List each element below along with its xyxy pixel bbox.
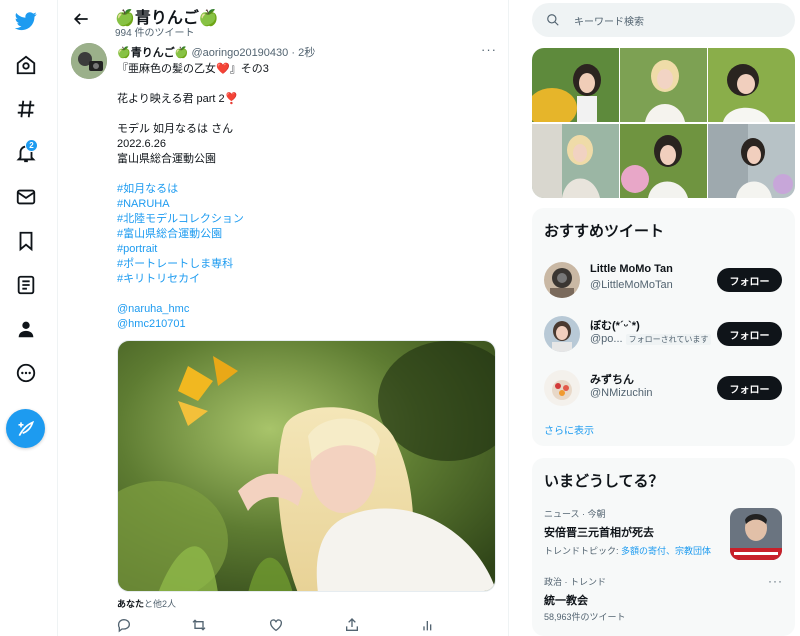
user-avatar[interactable] (544, 370, 580, 406)
tweet-author-name[interactable]: 🍏青りんご🍏 (117, 47, 188, 59)
like-heart-icon[interactable] (268, 617, 284, 633)
search-icon (547, 14, 559, 26)
tweet-line: モデル 如月なるは さん (117, 123, 234, 135)
compose-tweet-button[interactable] (6, 409, 45, 448)
tweet-link[interactable]: @hmc210701 (117, 317, 497, 332)
tweet-line: 花より映える君 part 2❣️ (117, 93, 239, 105)
follow-button[interactable]: フォロー (717, 268, 782, 292)
follows-you-badge: フォローされています (625, 334, 712, 345)
liked-by-rest: と他2人 (144, 599, 177, 609)
tweet-line: 2022.6.26 (117, 138, 166, 150)
trend-news-thumbnail[interactable] (730, 508, 782, 560)
lists-icon[interactable] (9, 268, 43, 302)
tweet-more-icon[interactable]: ··· (481, 42, 497, 57)
profile-icon[interactable] (9, 312, 43, 346)
home-icon[interactable] (9, 48, 43, 82)
bookmarks-icon[interactable] (9, 224, 43, 258)
trend-more-icon[interactable]: ··· (768, 574, 783, 588)
recommended-user[interactable]: ぼむ(*´ᵕ`*) @po... フォローされています フォロー (544, 312, 794, 356)
trend-count: 58,963件のツイート (544, 612, 626, 622)
trend-topic-prefix: トレンドトピック: (544, 546, 622, 556)
user-name: ぼむ(*´ᵕ`*) (590, 320, 640, 332)
tweet-line (117, 107, 497, 122)
user-handle: @NMizuchin (590, 387, 653, 399)
recommended-user[interactable]: Little MoMo Tan @LittleMoMoTan フォロー (544, 258, 794, 302)
media-thumb[interactable] (620, 48, 707, 122)
meta-separator: · (291, 47, 296, 59)
user-handle-row: @po... フォローされています (590, 333, 712, 345)
tweet-time[interactable]: 2秒 (298, 47, 315, 59)
tweet-author-avatar[interactable] (71, 43, 107, 79)
tweet-text: 『亜麻色の髪の乙女❤️』その3 花より映える君 part 2❣️ モデル 如月なるは… (117, 62, 497, 332)
main-timeline: 🍏青りんご🍏 994 件のツイート 🍏青りんご🍏 @aoringo2019043… (59, 0, 509, 636)
tweet-line (117, 167, 497, 182)
tweet-meta: 🍏青りんご🍏 @aoringo20190430 · 2秒 (117, 44, 315, 60)
follow-button[interactable]: フォロー (717, 322, 782, 346)
trend-context: ニュース · 今朝 (544, 509, 606, 519)
tweet-line: 富山県総合運動公園 (117, 153, 216, 165)
media-thumb[interactable] (532, 124, 619, 198)
recommended-tweets-panel: おすすめツイート Little MoMo Tan @LittleMoMoTan … (532, 208, 795, 446)
tweet-link[interactable]: #如月なるは (117, 182, 497, 197)
explore-hashtag-icon[interactable] (9, 92, 43, 126)
messages-mail-icon[interactable] (9, 180, 43, 214)
recommended-title: おすすめツイート (544, 223, 665, 240)
header-tweet-count: 994 件のツイート (115, 28, 195, 39)
trends-title: いまどうしてる？ (544, 473, 664, 490)
tweet-line (117, 77, 497, 92)
compose-feather-icon (18, 420, 34, 436)
analytics-icon[interactable] (420, 617, 436, 633)
tweet-link[interactable]: #ポートレートしま専科 (117, 257, 497, 272)
profile-header: 🍏青りんご🍏 994 件のツイート (59, 0, 509, 39)
user-handle: @po... (590, 333, 623, 345)
retweet-icon[interactable] (191, 617, 207, 633)
right-sidebar: キーワード検索 おすすめツイート Little MoMo Tan @Little… (522, 0, 800, 636)
tweet-link[interactable]: #portrait (117, 242, 497, 257)
trend-context: 政治 · トレンド (544, 577, 606, 587)
user-name: みずちん (590, 374, 634, 386)
follow-button[interactable]: フォロー (717, 376, 782, 400)
more-circle-icon[interactable] (9, 356, 43, 390)
media-thumb[interactable] (532, 48, 619, 122)
tweet-author-handle[interactable]: @aoringo20190430 (191, 47, 288, 59)
tweet-link[interactable]: #北陸モデルコレクション (117, 212, 497, 227)
trend-title[interactable]: 安倍晋三元首相が死去 (544, 524, 654, 540)
user-avatar[interactable] (544, 262, 580, 298)
search-placeholder: キーワード検索 (574, 16, 644, 28)
tweet-link[interactable]: @naruha_hmc (117, 302, 497, 317)
recommended-user[interactable]: みずちん @NMizuchin フォロー (544, 366, 794, 410)
show-more-link[interactable]: さらに表示 (544, 422, 594, 437)
notifications-bell-icon[interactable]: 2 (9, 136, 43, 170)
media-thumb[interactable] (620, 124, 707, 198)
tweet-line (117, 287, 497, 302)
back-arrow-icon[interactable] (71, 9, 91, 29)
user-handle: @LittleMoMoTan (590, 279, 673, 291)
user-name: Little MoMo Tan (590, 263, 673, 275)
twitter-app: 2 🍏青りんご🍏 994 件のツイート 🍏青りんご🍏 @aoringo20190… (0, 0, 800, 636)
tweet-link[interactable]: #富山県総合運動公園 (117, 227, 497, 242)
liked-by-summary[interactable]: あなたと他2人 (117, 597, 176, 610)
reply-icon[interactable] (116, 617, 132, 633)
liked-by-user: あなた (117, 599, 145, 609)
trend-topic: トレンドトピック: 多額の寄付、宗教団体 (544, 544, 711, 557)
whats-happening-panel: いまどうしてる？ ニュース · 今朝 安倍晋三元首相が死去 トレンドトピック: … (532, 458, 795, 636)
left-nav: 2 (0, 0, 58, 636)
twitter-logo-icon[interactable] (9, 4, 43, 38)
trend-topic-links[interactable]: 多額の寄付、宗教団体 (621, 546, 711, 556)
share-icon[interactable] (344, 617, 360, 633)
tweet-link[interactable]: #NARUHA (117, 197, 497, 212)
trend-title[interactable]: 統一教会 (544, 592, 588, 608)
notification-badge: 2 (25, 139, 38, 152)
tweet-line: 『亜麻色の髪の乙女❤️』その3 (117, 63, 269, 75)
media-thumb[interactable] (708, 48, 795, 122)
tweet-link[interactable]: #キリトリセカイ (117, 272, 497, 287)
user-avatar[interactable] (544, 316, 580, 352)
tweet-photo[interactable] (117, 340, 496, 592)
media-thumb[interactable] (708, 124, 795, 198)
media-grid (532, 48, 795, 198)
search-box[interactable]: キーワード検索 (532, 3, 795, 37)
